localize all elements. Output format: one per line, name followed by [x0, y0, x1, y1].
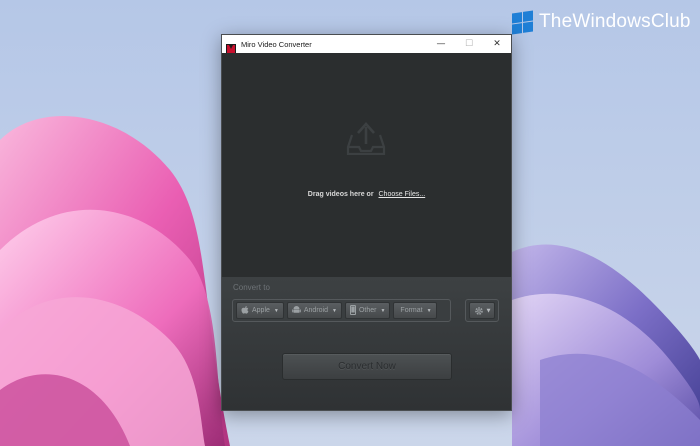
app-logo-icon	[226, 39, 236, 54]
drop-instruction-text: Drag videos here or	[307, 191, 374, 198]
android-label: Android	[303, 307, 328, 314]
apple-label: Apple	[252, 307, 270, 314]
chevron-down-icon: ▼	[332, 307, 337, 314]
settings-dropdown[interactable]: ▼	[469, 302, 495, 319]
title-bar[interactable]: Miro Video Converter — ☐ ✕	[222, 35, 511, 54]
minimize-button[interactable]: —	[427, 35, 455, 53]
android-dropdown[interactable]: Android ▼	[286, 302, 342, 319]
watermark: TheWindowsClub	[512, 10, 691, 34]
apple-icon	[241, 305, 249, 316]
chevron-down-icon: ▼	[273, 307, 279, 314]
settings-container: ▼	[465, 299, 499, 322]
watermark-text: TheWindowsClub	[539, 11, 691, 32]
format-label: Format	[400, 307, 423, 314]
close-button[interactable]: ✕	[483, 35, 511, 53]
convert-panel: Convert to Apple ▼ Android ▼ Other ▼ For…	[222, 277, 511, 410]
convert-to-label: Convert to	[233, 283, 270, 292]
android-icon	[292, 305, 301, 316]
window-title: Miro Video Converter	[241, 39, 312, 49]
choose-files-link[interactable]: Choose Files...	[379, 191, 426, 198]
maximize-button[interactable]: ☐	[455, 35, 483, 53]
chevron-down-icon: ▼	[380, 307, 386, 314]
convert-now-button[interactable]: Convert Now	[282, 353, 452, 380]
windows-logo-icon	[512, 10, 533, 34]
device-selector-bar: Apple ▼ Android ▼ Other ▼ Format ▼	[232, 299, 451, 322]
drop-zone[interactable]: Drag videos here or Choose Files...	[222, 53, 511, 277]
inbox-upload-icon	[346, 121, 386, 159]
other-dropdown[interactable]: Other ▼	[344, 302, 391, 319]
gear-icon	[474, 301, 484, 320]
chevron-down-icon: ▼	[426, 307, 432, 314]
other-label: Other	[358, 307, 377, 314]
format-dropdown[interactable]: Format ▼	[393, 302, 437, 319]
phone-icon	[349, 304, 356, 317]
apple-dropdown[interactable]: Apple ▼	[236, 302, 284, 319]
chevron-down-icon: ▼	[486, 307, 491, 314]
app-window: Miro Video Converter — ☐ ✕ Drag videos h…	[221, 34, 512, 411]
